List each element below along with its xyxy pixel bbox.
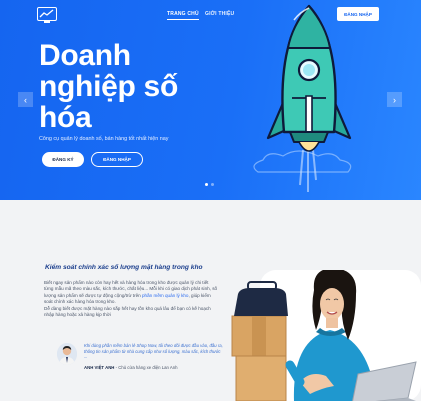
- feature-description: Biết ngay sản phẩm nào còn hay hết và hà…: [44, 280, 219, 318]
- carousel-dot-2[interactable]: [211, 183, 214, 186]
- carousel-prev-button[interactable]: ‹: [18, 92, 33, 107]
- warehouse-software-link[interactable]: phần mềm quản lý kho: [142, 293, 188, 298]
- hero-subtitle: Công cụ quản lý doanh số, bán hàng tốt n…: [39, 136, 169, 142]
- avatar: [57, 343, 77, 365]
- feature-title: Kiểm soát chính xác số lượng mặt hàng tr…: [45, 264, 203, 271]
- testimonial-quote: Khi dùng phần mềm bán lẻ Shop Now, tôi t…: [84, 343, 223, 360]
- hero-banner: TRANG CHỦ GIỚI THIỆU ĐĂNG NHẬP Doanh ngh…: [0, 0, 421, 200]
- carousel-next-button[interactable]: ›: [387, 92, 402, 107]
- nav-home[interactable]: TRANG CHỦ: [167, 11, 199, 20]
- logo-monitor-icon[interactable]: [37, 7, 57, 23]
- register-button[interactable]: ĐĂNG KÝ: [42, 152, 84, 167]
- hero-login-button[interactable]: ĐĂNG NHẬP: [91, 152, 143, 167]
- woman-laptop-photo: [231, 270, 421, 401]
- carousel-dot-1[interactable]: [205, 183, 208, 186]
- carousel-dots: [205, 183, 214, 186]
- hero-title: Doanh nghiệp số hóa: [39, 39, 178, 134]
- feature-text-3: Dễ dàng biết được mặt hàng nào sắp hết h…: [44, 305, 211, 318]
- chevron-right-icon: ›: [393, 94, 396, 105]
- rocket-illustration: [253, 4, 352, 192]
- testimonial-author: ANH VIỆT ANH - Chủ cửa hàng xe điện Lan …: [84, 365, 177, 370]
- author-role: - Chủ cửa hàng xe điện Lan Anh: [114, 365, 178, 370]
- chevron-left-icon: ‹: [24, 94, 27, 105]
- author-name: ANH VIỆT ANH: [84, 365, 115, 370]
